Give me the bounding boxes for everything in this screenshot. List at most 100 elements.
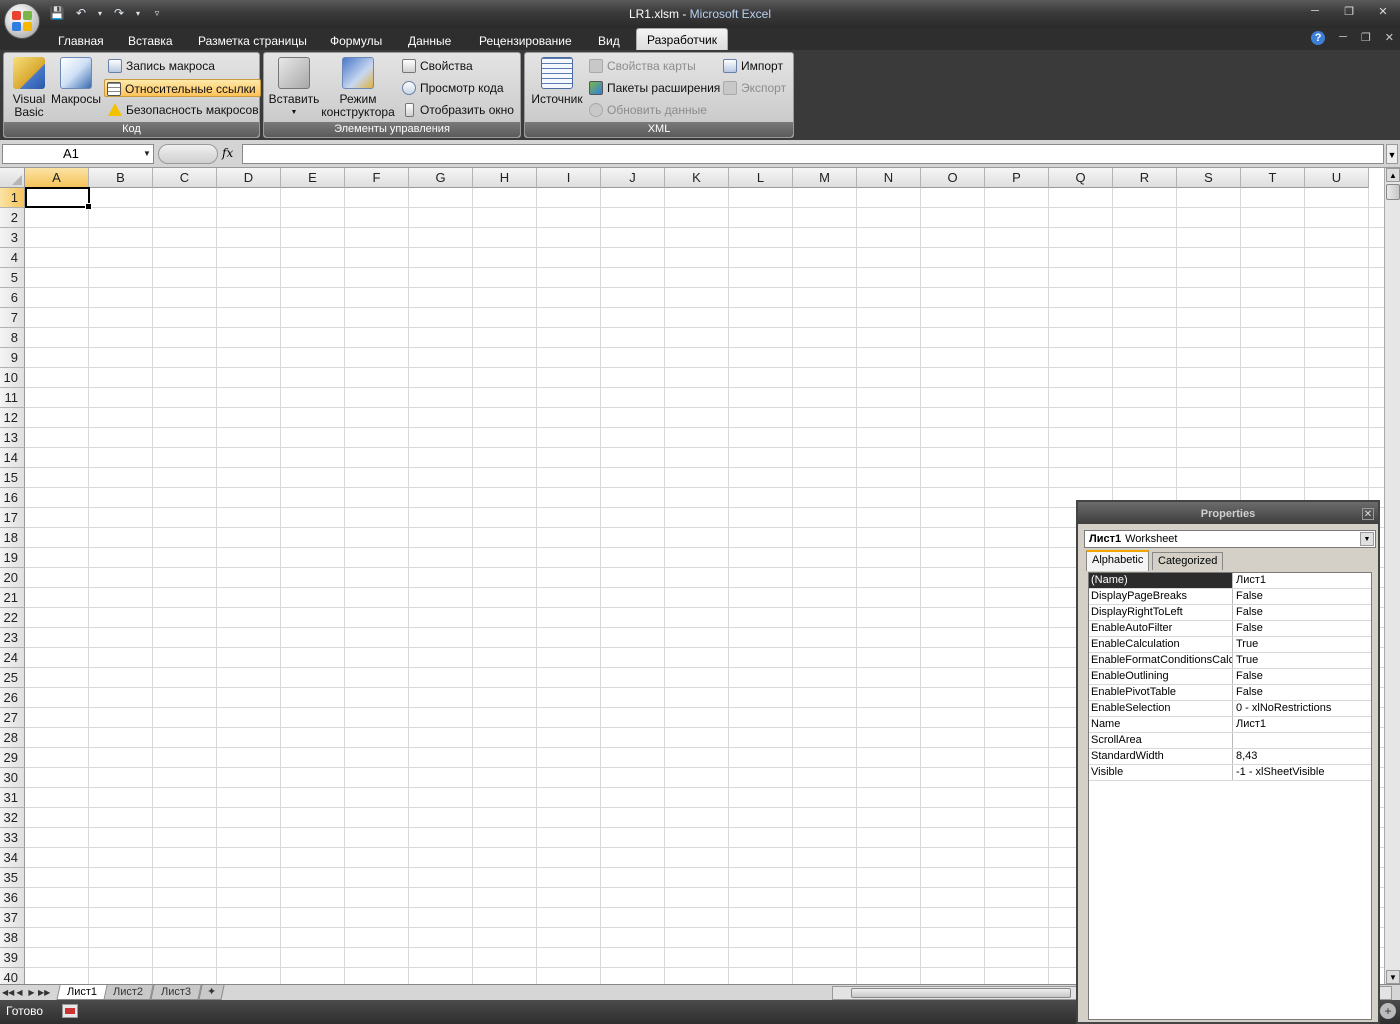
column-header[interactable]: B xyxy=(89,168,153,188)
property-value[interactable]: False xyxy=(1234,685,1371,700)
macro-recording-icon[interactable] xyxy=(62,1004,78,1018)
property-value[interactable]: True xyxy=(1234,637,1371,652)
property-value[interactable]: Лист1 xyxy=(1234,573,1371,588)
property-row[interactable]: (Name) Лист1 xyxy=(1089,573,1371,589)
column-header[interactable]: T xyxy=(1241,168,1305,188)
sheet-tab-1[interactable]: Лист1 xyxy=(56,985,108,1000)
column-header[interactable]: I xyxy=(537,168,601,188)
row-header[interactable]: 9 xyxy=(0,348,25,368)
insert-function-icon[interactable]: fx xyxy=(222,146,233,160)
relative-references-button[interactable]: Относительные ссылки xyxy=(104,79,261,97)
formula-bar-splitter[interactable] xyxy=(158,144,218,164)
column-header[interactable]: G xyxy=(409,168,473,188)
doc-restore-icon[interactable]: ❐ xyxy=(1361,31,1371,45)
zoom-in-icon[interactable]: + xyxy=(1380,1003,1396,1019)
row-header[interactable]: 23 xyxy=(0,628,25,648)
horizontal-scroll-thumb[interactable] xyxy=(851,988,1071,998)
doc-minimize-icon[interactable]: ─ xyxy=(1339,31,1347,45)
row-header[interactable]: 26 xyxy=(0,688,25,708)
property-row[interactable]: DisplayPageBreaks False xyxy=(1089,589,1371,605)
source-button[interactable]: Источник xyxy=(527,57,587,106)
insert-sheet-tab[interactable]: ✦ xyxy=(198,985,225,1000)
property-row[interactable]: EnableFormatConditionsCalcu True xyxy=(1089,653,1371,669)
import-button[interactable]: Импорт xyxy=(721,57,783,75)
row-header[interactable]: 34 xyxy=(0,848,25,868)
property-value[interactable]: False xyxy=(1234,621,1371,636)
row-header[interactable]: 13 xyxy=(0,428,25,448)
macros-button[interactable]: Макросы xyxy=(50,57,102,106)
tab-formulas[interactable]: Формулы xyxy=(324,32,388,50)
row-header[interactable]: 7 xyxy=(0,308,25,328)
row-header[interactable]: 38 xyxy=(0,928,25,948)
row-header[interactable]: 12 xyxy=(0,408,25,428)
properties-close-icon[interactable]: ✕ xyxy=(1362,508,1374,520)
record-macro-button[interactable]: Запись макроса xyxy=(106,57,215,75)
column-header[interactable]: D xyxy=(217,168,281,188)
property-value[interactable]: Лист1 xyxy=(1234,717,1371,732)
row-header[interactable]: 8 xyxy=(0,328,25,348)
column-header[interactable]: Q xyxy=(1049,168,1113,188)
property-row[interactable]: DisplayRightToLeft False xyxy=(1089,605,1371,621)
row-header[interactable]: 18 xyxy=(0,528,25,548)
column-header[interactable]: M xyxy=(793,168,857,188)
property-row[interactable]: EnablePivotTable False xyxy=(1089,685,1371,701)
map-properties-button[interactable]: Свойства карты xyxy=(587,57,696,75)
show-window-button[interactable]: Отобразить окно xyxy=(400,101,514,119)
refresh-data-button[interactable]: Обновить данные xyxy=(587,101,707,119)
property-row[interactable]: ScrollArea xyxy=(1089,733,1371,749)
row-header[interactable]: 15 xyxy=(0,468,25,488)
column-header[interactable]: P xyxy=(985,168,1049,188)
row-header[interactable]: 4 xyxy=(0,248,25,268)
property-value[interactable]: -1 - xlSheetVisible xyxy=(1234,765,1371,780)
row-header[interactable]: 32 xyxy=(0,808,25,828)
restore-icon[interactable]: ❐ xyxy=(1332,0,1366,22)
property-value[interactable]: False xyxy=(1234,589,1371,604)
property-row[interactable]: Visible -1 - xlSheetVisible xyxy=(1089,765,1371,781)
row-header[interactable]: 30 xyxy=(0,768,25,788)
row-header[interactable]: 39 xyxy=(0,948,25,968)
tab-categorized[interactable]: Categorized xyxy=(1152,552,1224,570)
sheet-tab-3[interactable]: Лист3 xyxy=(150,985,202,1000)
property-row[interactable]: Name Лист1 xyxy=(1089,717,1371,733)
tab-data[interactable]: Данные xyxy=(402,32,457,50)
property-value[interactable]: False xyxy=(1234,605,1371,620)
row-header[interactable]: 14 xyxy=(0,448,25,468)
row-header[interactable]: 33 xyxy=(0,828,25,848)
properties-button[interactable]: Свойства xyxy=(400,57,473,75)
scroll-down-icon[interactable]: ▼ xyxy=(1386,970,1400,984)
macro-security-button[interactable]: Безопасность макросов xyxy=(106,101,259,119)
row-header[interactable]: 1 xyxy=(0,188,25,208)
property-row[interactable]: StandardWidth 8,43 xyxy=(1089,749,1371,765)
expansion-packs-button[interactable]: Пакеты расширения xyxy=(587,79,720,97)
row-header[interactable]: 27 xyxy=(0,708,25,728)
doc-close-icon[interactable]: ✕ xyxy=(1385,31,1394,45)
row-header[interactable]: 2 xyxy=(0,208,25,228)
column-header[interactable]: H xyxy=(473,168,537,188)
row-header[interactable]: 37 xyxy=(0,908,25,928)
tab-page-layout[interactable]: Разметка страницы xyxy=(192,32,313,50)
column-header[interactable]: U xyxy=(1305,168,1369,188)
visual-basic-button[interactable]: Visual Basic xyxy=(8,57,50,119)
sheet-tab-2[interactable]: Лист2 xyxy=(102,985,154,1000)
property-value[interactable]: True xyxy=(1234,653,1371,668)
row-header[interactable]: 10 xyxy=(0,368,25,388)
insert-control-button[interactable]: Вставить ▼ xyxy=(266,57,322,119)
row-header[interactable]: 22 xyxy=(0,608,25,628)
scroll-up-icon[interactable]: ▲ xyxy=(1386,168,1400,182)
row-header[interactable]: 28 xyxy=(0,728,25,748)
name-box-dropdown-icon[interactable]: ▼ xyxy=(143,149,151,158)
object-selector[interactable]: Лист1 Worksheet ▼ xyxy=(1084,530,1376,548)
property-value[interactable]: False xyxy=(1234,669,1371,684)
column-header[interactable]: F xyxy=(345,168,409,188)
row-header[interactable]: 40 xyxy=(0,968,25,984)
tab-insert[interactable]: Вставка xyxy=(122,32,179,50)
column-header[interactable]: J xyxy=(601,168,665,188)
expand-formula-bar-icon[interactable]: ▼ xyxy=(1386,144,1398,164)
property-value[interactable] xyxy=(1234,733,1371,748)
column-header[interactable]: R xyxy=(1113,168,1177,188)
object-selector-dropdown-icon[interactable]: ▼ xyxy=(1360,532,1374,546)
last-sheet-icon[interactable]: ▶▶ xyxy=(38,986,50,999)
first-sheet-icon[interactable]: ◀◀ xyxy=(2,986,14,999)
prev-sheet-icon[interactable]: ◀ xyxy=(14,986,25,999)
property-value[interactable]: 0 - xlNoRestrictions xyxy=(1234,701,1371,716)
